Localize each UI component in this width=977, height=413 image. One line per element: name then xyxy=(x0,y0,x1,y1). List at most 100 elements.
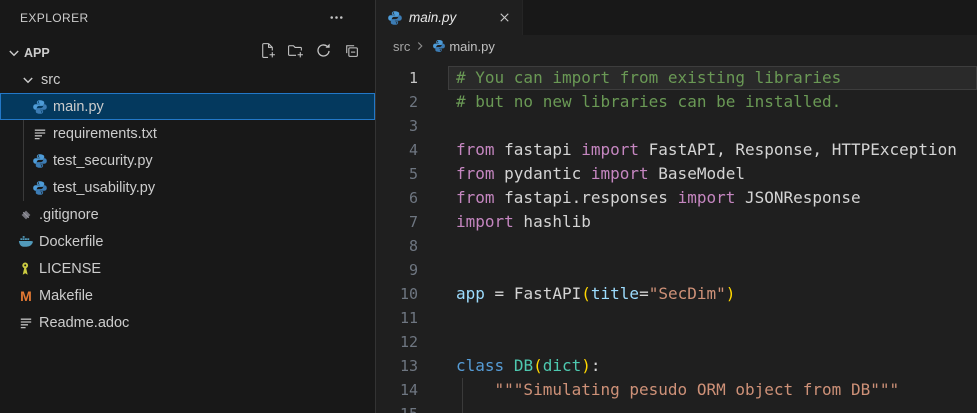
breadcrumb-item-main-py[interactable]: main.py xyxy=(449,39,495,54)
breadcrumb-separator-icon xyxy=(413,39,427,53)
tab-main-py[interactable]: main.py xyxy=(377,0,523,35)
line-number[interactable]: 1 xyxy=(377,66,418,90)
gutter-spacer xyxy=(418,138,448,162)
new-folder-icon xyxy=(287,42,304,64)
vscode-window: EXPLORER APP src main.py requirements.txt t… xyxy=(0,0,977,413)
line-number[interactable]: 4 xyxy=(377,138,418,162)
code-line-content[interactable] xyxy=(448,258,977,282)
code-line-11[interactable]: 11 xyxy=(377,306,977,330)
code-line-2[interactable]: 2 # but no new libraries can be installed… xyxy=(377,90,977,114)
code-line-content[interactable]: from pydantic import BaseModel xyxy=(448,162,977,186)
line-number[interactable]: 14 xyxy=(377,378,418,402)
line-number[interactable]: 11 xyxy=(377,306,418,330)
gutter-spacer xyxy=(418,306,448,330)
tree-item-makefile[interactable]: M Makefile xyxy=(0,282,375,309)
code-line-content[interactable] xyxy=(448,234,977,258)
code-line-14[interactable]: 14 """Simulating pesudo ORM object from … xyxy=(377,378,977,402)
gutter-spacer xyxy=(418,66,448,90)
explorer-sidebar: EXPLORER APP src main.py requirements.txt t… xyxy=(0,0,376,413)
tree-item-main-py[interactable]: main.py xyxy=(0,93,375,120)
editor-group: main.py src main.py 1 # You can import fro… xyxy=(377,0,977,413)
tree-item-label: main.py xyxy=(53,98,104,115)
code-line-1[interactable]: 1 # You can import from existing librarie… xyxy=(377,66,977,90)
line-number[interactable]: 8 xyxy=(377,234,418,258)
tree-item-label: src xyxy=(41,71,61,88)
line-number[interactable]: 3 xyxy=(377,114,418,138)
python-icon xyxy=(432,39,446,53)
tree-item-label: test_security.py xyxy=(53,152,153,169)
gutter-spacer xyxy=(418,114,448,138)
code-line-9[interactable]: 9 xyxy=(377,258,977,282)
line-number[interactable]: 6 xyxy=(377,186,418,210)
line-number[interactable]: 5 xyxy=(377,162,418,186)
code-line-content[interactable]: # You can import from existing libraries xyxy=(448,66,977,90)
code-line-13[interactable]: 13 class DB(dict): xyxy=(377,354,977,378)
line-number[interactable]: 2 xyxy=(377,90,418,114)
new-folder-button[interactable] xyxy=(283,41,307,65)
gutter-spacer xyxy=(418,378,448,402)
code-line-10[interactable]: 10 app = FastAPI(title="SecDim") xyxy=(377,282,977,306)
gutter-spacer xyxy=(418,162,448,186)
editor-tab-bar: main.py xyxy=(377,0,977,35)
docker-icon xyxy=(18,234,34,250)
breadcrumb-item-src[interactable]: src xyxy=(393,39,410,54)
code-line-content[interactable] xyxy=(448,306,977,330)
new-file-button[interactable] xyxy=(255,41,279,65)
code-line-7[interactable]: 7 import hashlib xyxy=(377,210,977,234)
code-line-15[interactable]: 15 xyxy=(377,402,977,413)
code-line-6[interactable]: 6 from fastapi.responses import JSONRespo… xyxy=(377,186,977,210)
code-line-content[interactable]: from fastapi.responses import JSONRespon… xyxy=(448,186,977,210)
tree-item-test-usability-py[interactable]: test_usability.py xyxy=(0,174,375,201)
tree-item-label: requirements.txt xyxy=(53,125,157,142)
refresh-icon xyxy=(315,42,332,64)
collapse-all-button[interactable] xyxy=(339,41,363,65)
python-icon xyxy=(32,180,48,196)
chevron-down-icon xyxy=(6,45,22,61)
tree-item-gitignore[interactable]: .gitignore xyxy=(0,201,375,228)
tree-item-license[interactable]: LICENSE xyxy=(0,255,375,282)
explorer-actions xyxy=(255,41,375,65)
code-line-content[interactable]: import hashlib xyxy=(448,210,977,234)
explorer-title: EXPLORER xyxy=(20,10,89,25)
gutter-spacer xyxy=(418,234,448,258)
tree-item-readme-adoc[interactable]: Readme.adoc xyxy=(0,309,375,336)
code-line-3[interactable]: 3 xyxy=(377,114,977,138)
code-line-12[interactable]: 12 xyxy=(377,330,977,354)
code-editor[interactable]: 1 # You can import from existing librarie… xyxy=(377,57,977,413)
gutter-spacer xyxy=(418,258,448,282)
refresh-button[interactable] xyxy=(311,41,335,65)
collapse-all-icon xyxy=(343,42,360,64)
tree-item-label: Makefile xyxy=(39,287,93,304)
tree-item-src[interactable]: src xyxy=(0,66,375,93)
code-line-content[interactable] xyxy=(448,330,977,354)
section-header-app[interactable]: APP xyxy=(0,40,375,66)
code-line-content[interactable]: class DB(dict): xyxy=(448,354,977,378)
line-number[interactable]: 9 xyxy=(377,258,418,282)
line-number[interactable]: 15 xyxy=(377,402,418,413)
code-line-5[interactable]: 5 from pydantic import BaseModel xyxy=(377,162,977,186)
code-line-8[interactable]: 8 xyxy=(377,234,977,258)
new-file-icon xyxy=(259,42,276,64)
code-line-content[interactable]: """Simulating pesudo ORM object from DB"… xyxy=(448,378,977,402)
tree-item-label: .gitignore xyxy=(39,206,99,223)
breadcrumb: src main.py xyxy=(377,35,977,57)
code-line-content[interactable] xyxy=(448,114,977,138)
git-icon xyxy=(18,207,34,223)
code-line-content[interactable]: from fastapi import FastAPI, Response, H… xyxy=(448,138,977,162)
code-line-content[interactable] xyxy=(448,402,977,413)
tree-item-dockerfile[interactable]: Dockerfile xyxy=(0,228,375,255)
line-number[interactable]: 12 xyxy=(377,330,418,354)
line-number[interactable]: 10 xyxy=(377,282,418,306)
explorer-header: EXPLORER xyxy=(0,0,375,35)
line-number[interactable]: 13 xyxy=(377,354,418,378)
code-line-4[interactable]: 4 from fastapi import FastAPI, Response, … xyxy=(377,138,977,162)
tree-item-requirements-txt[interactable]: requirements.txt xyxy=(0,120,375,147)
gutter-spacer xyxy=(418,90,448,114)
line-number[interactable]: 7 xyxy=(377,210,418,234)
close-icon[interactable] xyxy=(494,8,514,28)
code-line-content[interactable]: # but no new libraries can be installed. xyxy=(448,90,977,114)
code-line-content[interactable]: app = FastAPI(title="SecDim") xyxy=(448,282,977,306)
tree-item-test-security-py[interactable]: test_security.py xyxy=(0,147,375,174)
gutter-spacer xyxy=(418,186,448,210)
more-actions-button[interactable] xyxy=(325,7,347,29)
